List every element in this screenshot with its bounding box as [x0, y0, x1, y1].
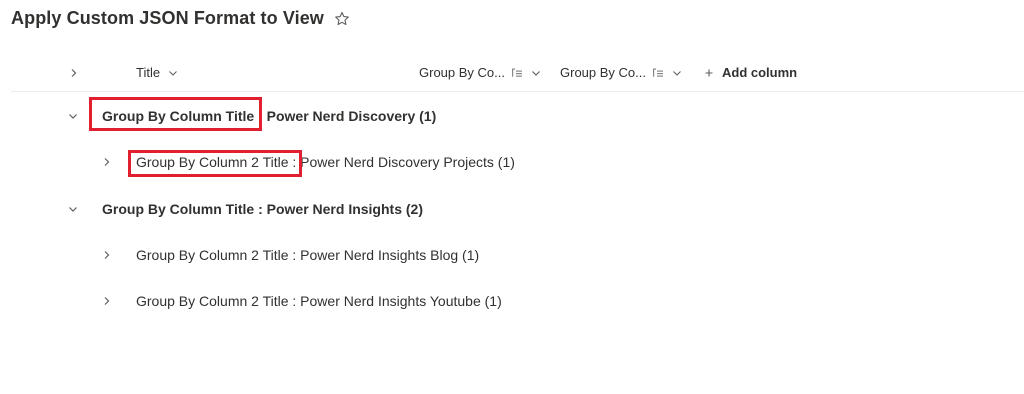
- plus-icon: [702, 66, 716, 80]
- subgroup-header-row[interactable]: Group By Column 2 Title : Power Nerd Ins…: [0, 232, 1024, 278]
- column-header-title[interactable]: Title: [136, 54, 180, 91]
- group-header-row[interactable]: Group By Column Title : Power Nerd Insig…: [0, 186, 1024, 232]
- chevron-down-icon[interactable]: [66, 109, 80, 123]
- column-header-label: Group By Co...: [419, 65, 505, 80]
- column-header-group-by-2[interactable]: Group By Co...: [560, 54, 684, 91]
- group-header-label: Group By Column Title : Power Nerd Insig…: [102, 201, 423, 217]
- chevron-right-icon: [67, 66, 81, 80]
- chevron-right-icon[interactable]: [100, 294, 114, 308]
- chevron-down-icon: [529, 66, 543, 80]
- subgroup-header-row[interactable]: Group By Column 2 Title : Power Nerd Dis…: [0, 139, 1024, 185]
- chevron-down-icon: [670, 66, 684, 80]
- page-header: Apply Custom JSON Format to View: [11, 8, 350, 29]
- chevron-down-icon: [166, 66, 180, 80]
- chevron-right-icon[interactable]: [100, 155, 114, 169]
- star-icon[interactable]: [334, 11, 350, 27]
- subgroup-header-row[interactable]: Group By Column 2 Title : Power Nerd Ins…: [0, 278, 1024, 324]
- add-column-label: Add column: [722, 65, 798, 80]
- subgroup-header-label: Group By Column 2 Title : Power Nerd Ins…: [136, 247, 480, 263]
- subgroup-header-label: Group By Column 2 Title : Power Nerd Dis…: [136, 154, 515, 170]
- grouped-column-icon: [652, 67, 664, 79]
- grouped-column-icon: [511, 67, 523, 79]
- column-header-label: Group By Co...: [560, 65, 646, 80]
- column-header-row: Title Group By Co... Group By Co... Add …: [11, 54, 1024, 92]
- subgroup-header-label: Group By Column 2 Title : Power Nerd Ins…: [136, 293, 502, 309]
- expand-all-button[interactable]: [67, 54, 81, 91]
- column-header-group-by-1[interactable]: Group By Co...: [419, 54, 543, 91]
- page-title: Apply Custom JSON Format to View: [11, 8, 324, 28]
- group-header-label: Group By Column Title : Power Nerd Disco…: [102, 108, 437, 124]
- add-column-button[interactable]: Add column: [702, 54, 797, 91]
- chevron-down-icon[interactable]: [66, 202, 80, 216]
- chevron-right-icon[interactable]: [100, 248, 114, 262]
- group-header-row[interactable]: Group By Column Title : Power Nerd Disco…: [0, 93, 1024, 139]
- column-header-label: Title: [136, 65, 161, 80]
